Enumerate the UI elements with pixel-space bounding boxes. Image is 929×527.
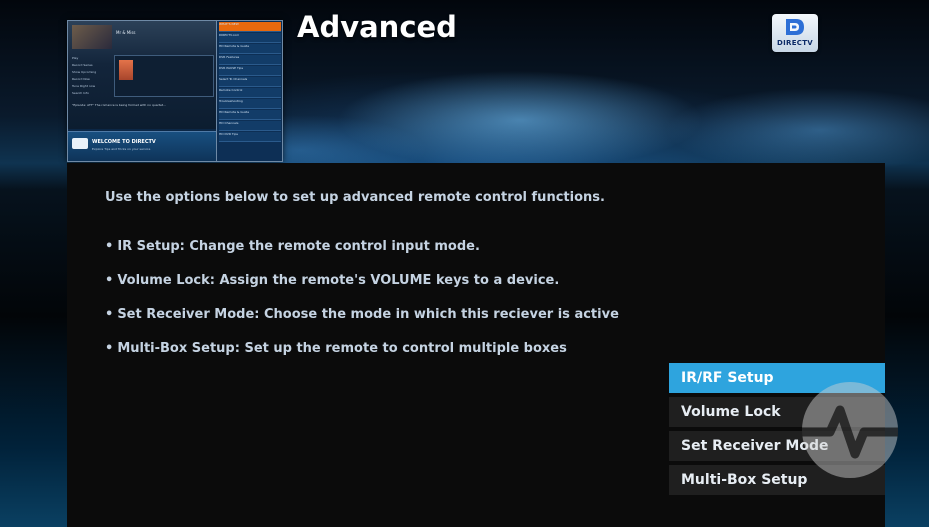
preview-logo-icon: [72, 138, 88, 149]
preview-side-item: HD Remote & Guide: [219, 44, 281, 54]
description-item: • Set Receiver Mode: Choose the mode in w…: [105, 307, 619, 341]
preview-left-menu-item: Play: [72, 56, 79, 60]
preview-left-menu-item: Record Series: [72, 63, 93, 67]
page-title: Advanced: [297, 10, 457, 44]
preview-left-menu-item: Search Info: [72, 91, 89, 95]
preview-thumbnail: Mr & Miss Play Record Series Show Upcomi…: [67, 20, 283, 162]
preview-side-item: Select To Channels: [219, 77, 281, 87]
preview-description: "Episode: ATT" The romance is being form…: [72, 103, 166, 107]
logo-text: DIRECTV: [776, 39, 814, 47]
preview-side-item: WHAT'S NEW: [219, 22, 281, 32]
description-text: IR Setup: Change the remote control inpu…: [117, 239, 480, 254]
preview-program-thumb: [119, 60, 133, 80]
preview-side-item: HD Remote & Guide: [219, 110, 281, 120]
preview-welcome-banner: WELCOME TO DIRECTV Explore Tips and Tric…: [68, 131, 216, 161]
bullet-dot: •: [105, 273, 114, 288]
description-text: Volume Lock: Assign the remote's VOLUME …: [117, 273, 560, 288]
preview-side-item: HD Channels: [219, 121, 281, 131]
directv-logo-icon: DIRECTV: [772, 14, 818, 52]
preview-side-item: DVR Features: [219, 55, 281, 65]
preview-video: [72, 25, 112, 49]
description-item: • Multi-Box Setup: Set up the remote to c…: [105, 341, 619, 375]
preview-welcome-subtitle: Explore Tips and Tricks on your service: [92, 147, 151, 151]
preview-side-item: Remote Control: [219, 88, 281, 98]
preview-welcome-title: WELCOME TO DIRECTV: [92, 139, 156, 145]
preview-side-item: DIRECTV.com: [219, 33, 281, 43]
preview-side-item: HD DVR Tips: [219, 132, 281, 142]
preview-info-box: [114, 55, 214, 97]
description-text: Multi-Box Setup: Set up the remote to co…: [117, 341, 567, 356]
bullet-dot: •: [105, 341, 114, 356]
logo-mark: [786, 19, 804, 35]
preview-left-menu-item: Tune Right now: [72, 84, 96, 88]
intro-text: Use the options below to set up advanced…: [105, 190, 605, 205]
preview-left-menu: Play Record Series Show Upcoming Record …: [72, 55, 112, 97]
preview-left-menu-item: Show Upcoming: [72, 70, 97, 74]
options-description-list: • IR Setup: Change the remote control inp…: [105, 239, 619, 375]
description-text: Set Receiver Mode: Choose the mode in wh…: [117, 307, 619, 322]
bullet-dot: •: [105, 239, 114, 254]
watermark-icon: [802, 382, 898, 478]
preview-side-item: DVR PAUSE Tips: [219, 66, 281, 76]
preview-side-menu: WHAT'S NEW DIRECTV.com HD Remote & Guide…: [216, 21, 282, 161]
content-panel: Use the options below to set up advanced…: [67, 163, 885, 527]
description-item: • IR Setup: Change the remote control inp…: [105, 239, 619, 273]
bullet-dot: •: [105, 307, 114, 322]
preview-left-menu-item: Record Now: [72, 77, 90, 81]
description-item: • Volume Lock: Assign the remote's VOLUME…: [105, 273, 619, 307]
preview-program-title: Mr & Miss: [116, 30, 136, 35]
preview-main-area: Mr & Miss Play Record Series Show Upcomi…: [68, 21, 216, 129]
preview-side-item: Troubleshooting: [219, 99, 281, 109]
